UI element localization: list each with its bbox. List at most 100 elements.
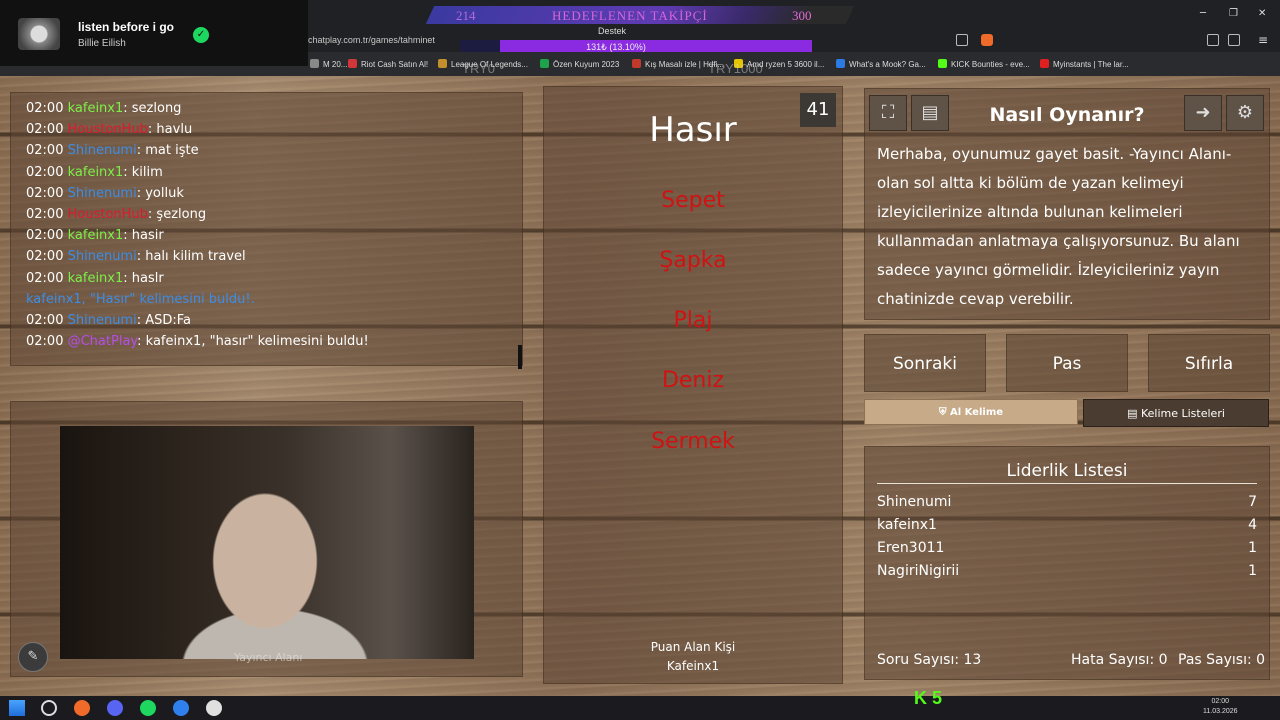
spotify-icon[interactable] [140,700,156,716]
pass-button[interactable]: Pas [1006,334,1128,392]
fullscreen-icon[interactable]: ⛶ [869,95,907,131]
chat-message: 02:00 Shinenumi: mat işte [26,143,199,158]
chat-text: : haslr [123,270,164,286]
chat-message: kafeinx1, "Hasır" kelimesini buldu!. [26,292,255,307]
chat-message: 02:00 kafeinx1: sezlong [26,101,181,116]
album-art [18,18,60,50]
chat-timestamp: 02:00 [26,270,64,286]
windows-start-icon[interactable] [9,700,25,716]
chat-text: : halı kilim travel [136,249,246,265]
chat-message: 02:00 HoustonHub: havlu [26,122,192,137]
chat-username[interactable]: HoustonHub [68,207,148,222]
bookmark-item[interactable]: What's a Mook? Ga... [836,59,926,69]
chat-username[interactable]: kafeinx1 [68,228,124,243]
obs-icon[interactable] [206,700,222,716]
chat-text: : kafeinx1, "hasır" kelimesini buldu! [137,334,369,350]
chat-scrollbar[interactable] [518,345,522,369]
list-icon: ▤ [1127,407,1141,420]
chat-username[interactable]: Shinenumi [68,249,137,264]
restore-icon[interactable]: ❐ [1229,8,1238,19]
streamer-area-label: Yayıncı Alanı [234,651,303,664]
search-icon[interactable] [41,700,57,716]
pass-count: Pas Sayısı: 0 [1178,652,1266,668]
system-message: kafeinx1, "Hasır" kelimesini buldu!. [26,291,255,307]
how-to-play-text: Merhaba, oyunumuz gayet basit. -Yayıncı … [877,145,1240,308]
chat-text: : kilim [123,164,163,180]
divider [877,483,1257,484]
pen-icon[interactable]: ✎ [18,642,48,672]
error-count: Hata Sayısı: 0 [1071,652,1168,668]
chat-username[interactable]: Shinenumi [68,313,137,328]
chat-timestamp: 02:00 [26,164,64,180]
chat-message: 02:00 Shinenumi: yolluk [26,186,184,201]
chat-username[interactable]: HoustonHub [68,122,148,137]
chat-text: : sezlong [123,101,182,116]
webcam-feed [60,426,474,659]
chat-username[interactable]: Shinenumi [68,143,137,158]
gear-icon[interactable]: ⚙ [1226,95,1264,131]
close-icon[interactable]: ✕ [1258,8,1266,19]
menu-icon[interactable]: ≡ [1258,33,1268,47]
app-icon[interactable] [173,700,189,716]
chat-timestamp: 02:00 [26,101,64,116]
checkmark-icon: ✓ [193,27,209,43]
chat-timestamp: 02:00 [26,143,64,159]
chat-timestamp: 02:00 [26,313,64,328]
chat-username[interactable]: @ChatPlay [68,334,138,349]
share-icon[interactable] [956,34,968,46]
sidebar-icon[interactable] [1228,34,1240,46]
extensions-icon[interactable] [1207,34,1219,46]
word-lists-button[interactable]: ▤ Kelime Listeleri [1083,399,1269,427]
support-min-label: TRY0 [462,61,495,76]
chat-text: : hasir [123,228,164,244]
chat-message: 02:00 HoustonHub: şezlong [26,207,206,222]
brave-icon[interactable] [74,700,90,716]
chat-timestamp: 02:00 [26,228,64,244]
chat-username[interactable]: kafeinx1 [68,271,124,286]
bookmark-item[interactable]: Myinstants | The lar... [1040,59,1129,69]
forbidden-word: Sepet [661,188,725,213]
bookmark-item[interactable]: KICK Bounties - eve... [938,59,1030,69]
goal-current: 214 [456,8,476,23]
bookmark-item[interactable]: M 20... [310,59,347,69]
minimize-icon[interactable]: ─ [1200,8,1206,19]
support-label: Destek [598,26,627,36]
chat-text: : yolluk [136,185,184,201]
how-to-play-title: Nasıl Oynanır? [989,104,1145,126]
discord-icon[interactable] [107,700,123,716]
chat-username[interactable]: Shinenumi [68,186,137,201]
chat-timestamp: 02:00 [26,334,64,350]
now-playing-popup: listen before i go Billie Eilish ✓ [0,0,308,66]
chat-message: 02:00 Shinenumi: ASD:Fa [26,313,191,328]
chat-message: 02:00 kafeinx1: kilim [26,165,163,180]
forbidden-word: Şapka [659,248,727,273]
brave-shield-icon[interactable] [981,34,993,46]
chat-panel: 02:00 kafeinx1: sezlong 02:00 HoustonHub:… [10,92,523,369]
chat-text: : mat işte [136,143,199,159]
clock[interactable]: 02:00 11.03.2026 [1203,697,1238,717]
track-title: listen before i go [78,20,175,34]
track-artist: Billie Eilish [78,38,126,49]
chat-message: 02:00 @ChatPlay: kafeinx1, "hasır" kelim… [26,334,369,349]
support-max-label: TRY1000 [708,61,763,76]
next-button[interactable]: Sonraki [864,334,986,392]
address-bar[interactable]: chatplay.com.tr/games/tahminet [308,35,435,45]
chat-username[interactable]: kafeinx1 [68,165,124,180]
forbidden-word: Sermek [651,429,735,454]
scorer-name: Kafeinx1 [666,659,720,673]
goal-title: HEDEFLENEN TAKİPÇİ [552,8,708,23]
bookmark-item[interactable]: Riot Cash Satın Al! [348,59,428,69]
bookmark-item[interactable]: Özen Kuyum 2023 [540,59,619,69]
chat-username[interactable]: kafeinx1 [68,101,124,116]
reset-button[interactable]: Sıfırla [1148,334,1270,392]
take-word-button[interactable]: ⛨ Al Kelime [864,399,1078,425]
chat-message: 02:00 kafeinx1: haslr [26,271,164,286]
taskbar [0,696,1280,720]
chat-text: : ASD:Fa [136,313,192,328]
question-count: Soru Sayısı: 13 [877,652,982,668]
shield-icon: ⛨ [938,407,950,418]
forbidden-word: Plaj [673,308,713,333]
leaderboard-title: Liderlik Listesi [1006,461,1128,481]
chat-text: : şezlong [147,207,207,222]
chat-timestamp: 02:00 [26,249,64,265]
